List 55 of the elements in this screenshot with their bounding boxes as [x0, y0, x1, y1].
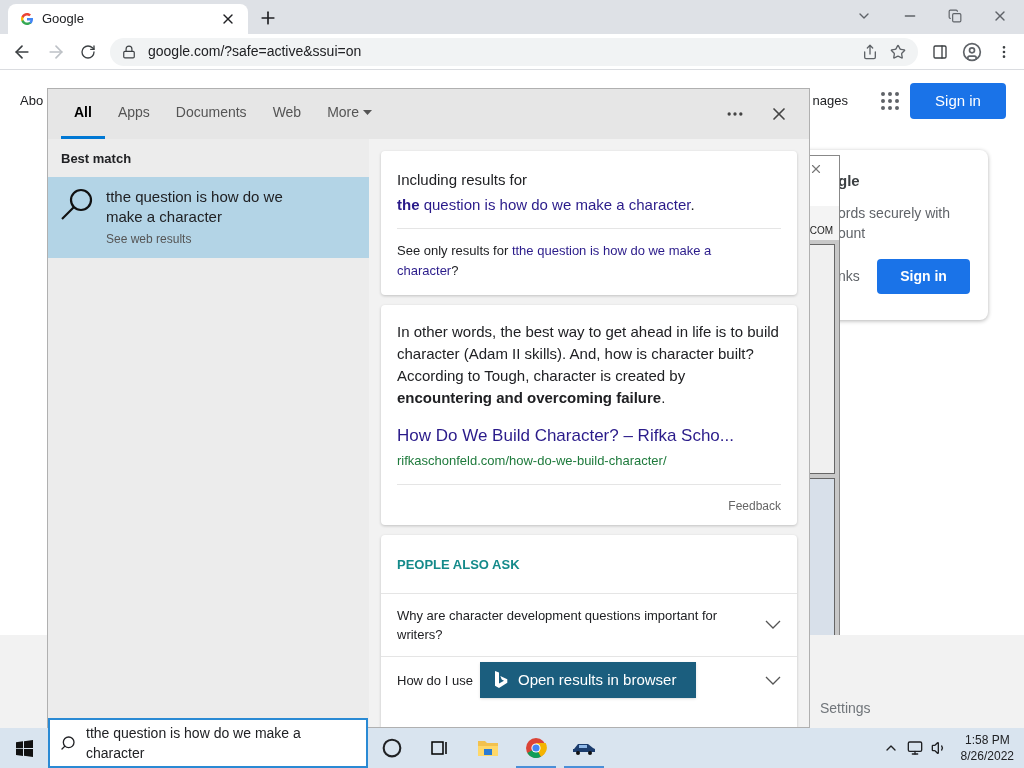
question-text: How do I use — [397, 672, 473, 688]
logo-text: COM — [809, 224, 833, 238]
see-only-results-text: See only results for tthe question is how do we make a character? — [397, 242, 713, 280]
apps-grid-icon[interactable] — [878, 89, 902, 113]
network-icon[interactable] — [906, 740, 923, 756]
expand-chevron-icon[interactable] — [765, 675, 781, 685]
close-icon[interactable] — [809, 162, 823, 176]
expand-chevron-icon[interactable] — [765, 620, 781, 629]
profile-icon[interactable] — [962, 41, 982, 62]
search-tab[interactable]: Documents — [162, 89, 260, 139]
google-logo-icon — [20, 12, 34, 26]
open-in-browser-toast[interactable]: Open results in browser — [480, 662, 696, 698]
windows-start-icon[interactable] — [15, 739, 33, 757]
folder-icon[interactable] — [477, 739, 499, 757]
taskbar-search-box[interactable]: tthe question is how do we make a character — [48, 718, 368, 768]
about-link[interactable]: Abo — [20, 91, 44, 111]
best-match-subtitle: See web results — [106, 230, 193, 248]
search-icon — [60, 186, 94, 221]
settings-link[interactable]: Settings — [820, 700, 871, 716]
answer-url: rifkaschonfeld.com/how-do-we-build-character/ — [397, 451, 668, 470]
corrected-query-link[interactable]: the question is how do we make a character. — [397, 193, 781, 216]
best-match-item[interactable]: tthe question is how do we make a character See web results — [48, 176, 369, 258]
clock-time[interactable]: 1:58 PM — [964, 732, 1010, 748]
images-link[interactable]: nages — [812, 91, 848, 111]
sign-in-button[interactable]: Sign in — [910, 83, 1006, 119]
reload-icon[interactable] — [80, 43, 96, 60]
restore-icon[interactable] — [948, 9, 962, 23]
answer-source-link[interactable]: How Do We Build Character? – Rifka Scho... — [397, 423, 781, 449]
search-icon — [60, 735, 76, 751]
search-query-text: tthe question is how do we make a character — [86, 724, 302, 763]
search-tab[interactable]: Web — [259, 89, 315, 139]
side-panel-icon[interactable] — [932, 43, 948, 60]
feedback-link[interactable]: Feedback — [728, 497, 781, 515]
search-tab[interactable]: Apps — [104, 89, 163, 139]
people-also-ask-heading: PEOPLE ALSO ASK — [396, 556, 521, 574]
address-text: google.com/?safe=active&ssui=on — [148, 42, 363, 61]
address-bar[interactable]: google.com/?safe=active&ssui=on — [110, 37, 918, 66]
card-sign-in-button[interactable]: Sign in — [877, 258, 970, 294]
share-icon[interactable] — [862, 43, 878, 60]
chrome-icon[interactable] — [525, 737, 547, 759]
bookmark-star-icon[interactable] — [890, 43, 906, 60]
search-tab[interactable]: More — [314, 89, 386, 139]
question-row[interactable]: Why are character development questions important for writers? — [381, 592, 797, 656]
including-results-label: Including results for — [397, 170, 529, 190]
question-text: Why are character development questions important for writers? — [397, 607, 718, 642]
answer-text: In other words, the best way to get ahead in life is to build character (Adam II skills). And, how is character built? According to Tough, character is created by encountering and overcoming failure. — [397, 322, 780, 408]
tab-title: Google — [42, 10, 85, 29]
cortana-icon[interactable] — [382, 738, 402, 758]
best-match-heading: Best match — [60, 150, 133, 168]
bing-logo-icon — [494, 671, 508, 689]
task-view-icon[interactable] — [431, 740, 449, 756]
browser-tab[interactable]: Google — [8, 4, 248, 34]
best-match-title: tthe question is how do we make a character — [106, 186, 284, 227]
clock-date[interactable]: 8/26/2022 — [960, 748, 1014, 764]
lock-icon — [122, 44, 136, 59]
